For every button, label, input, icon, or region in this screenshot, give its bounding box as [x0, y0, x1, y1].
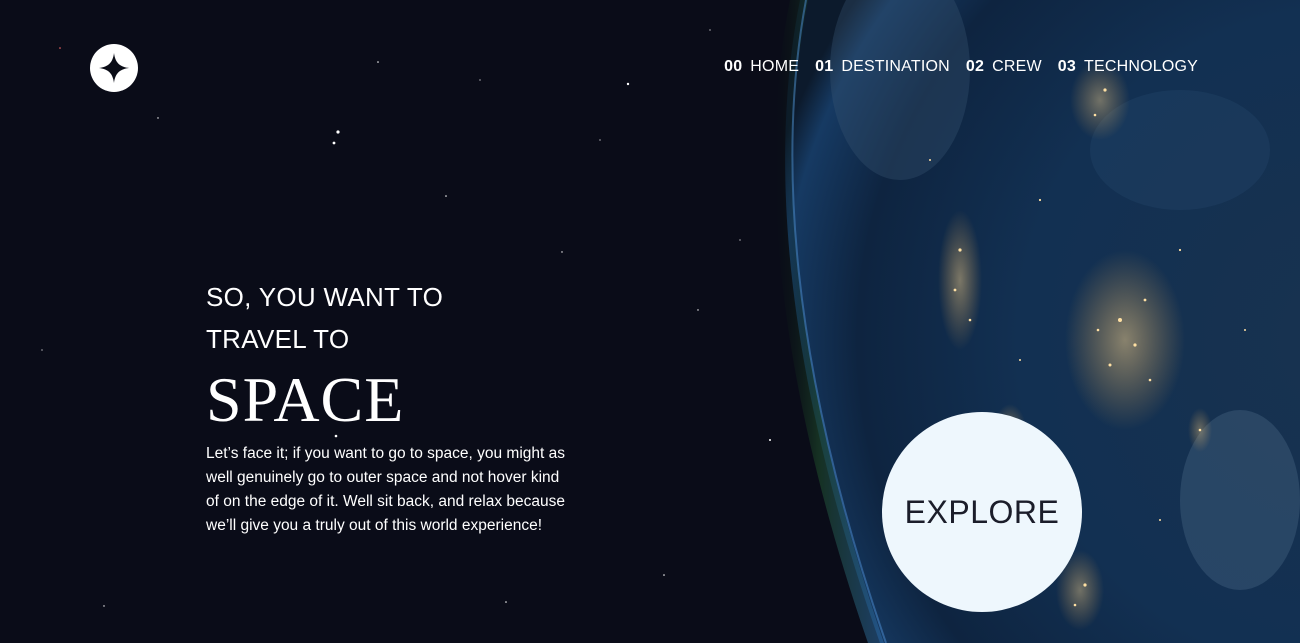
nav-item-number: 00: [724, 58, 743, 75]
hero-description: Let’s face it; if you want to go to spac…: [206, 445, 566, 534]
nav-item-number: 01: [815, 58, 834, 75]
hero-eyebrow: SO, YOU WANT TO TRAVEL TO: [206, 276, 566, 360]
four-point-star-icon: [99, 53, 129, 83]
hero-eyebrow-line: TRAVEL TO: [206, 324, 350, 354]
nav-item-number: 03: [1057, 58, 1076, 75]
home-page: 00 HOME 01 DESTINATION 02 CREW 03 TECHNO…: [0, 0, 1300, 643]
nav-item-home[interactable]: 00 HOME: [724, 58, 799, 76]
nav-item-crew[interactable]: 02 CREW: [966, 58, 1042, 76]
nav-item-label: DESTINATION: [841, 58, 950, 75]
nav-item-technology[interactable]: 03 TECHNOLOGY: [1058, 58, 1198, 76]
nav-item-destination[interactable]: 01 DESTINATION: [815, 58, 950, 76]
background-image: [0, 0, 1300, 643]
nav-item-label: HOME: [750, 58, 800, 75]
nav-item-number: 02: [965, 58, 985, 75]
earth-night-image: [0, 0, 1300, 643]
nav-item-label: CREW: [992, 58, 1042, 75]
explore-button[interactable]: EXPLORE: [882, 412, 1082, 612]
main-nav: 00 HOME 01 DESTINATION 02 CREW 03 TECHNO…: [724, 58, 1198, 76]
hero-headline: SPACE: [206, 364, 405, 435]
nav-item-label: TECHNOLOGY: [1083, 58, 1198, 75]
logo[interactable]: [90, 44, 138, 92]
hero-section: SO, YOU WANT TO TRAVEL TO SPACE Let’s fa…: [206, 276, 566, 538]
hero-eyebrow-line: SO, YOU WANT TO: [206, 282, 444, 312]
